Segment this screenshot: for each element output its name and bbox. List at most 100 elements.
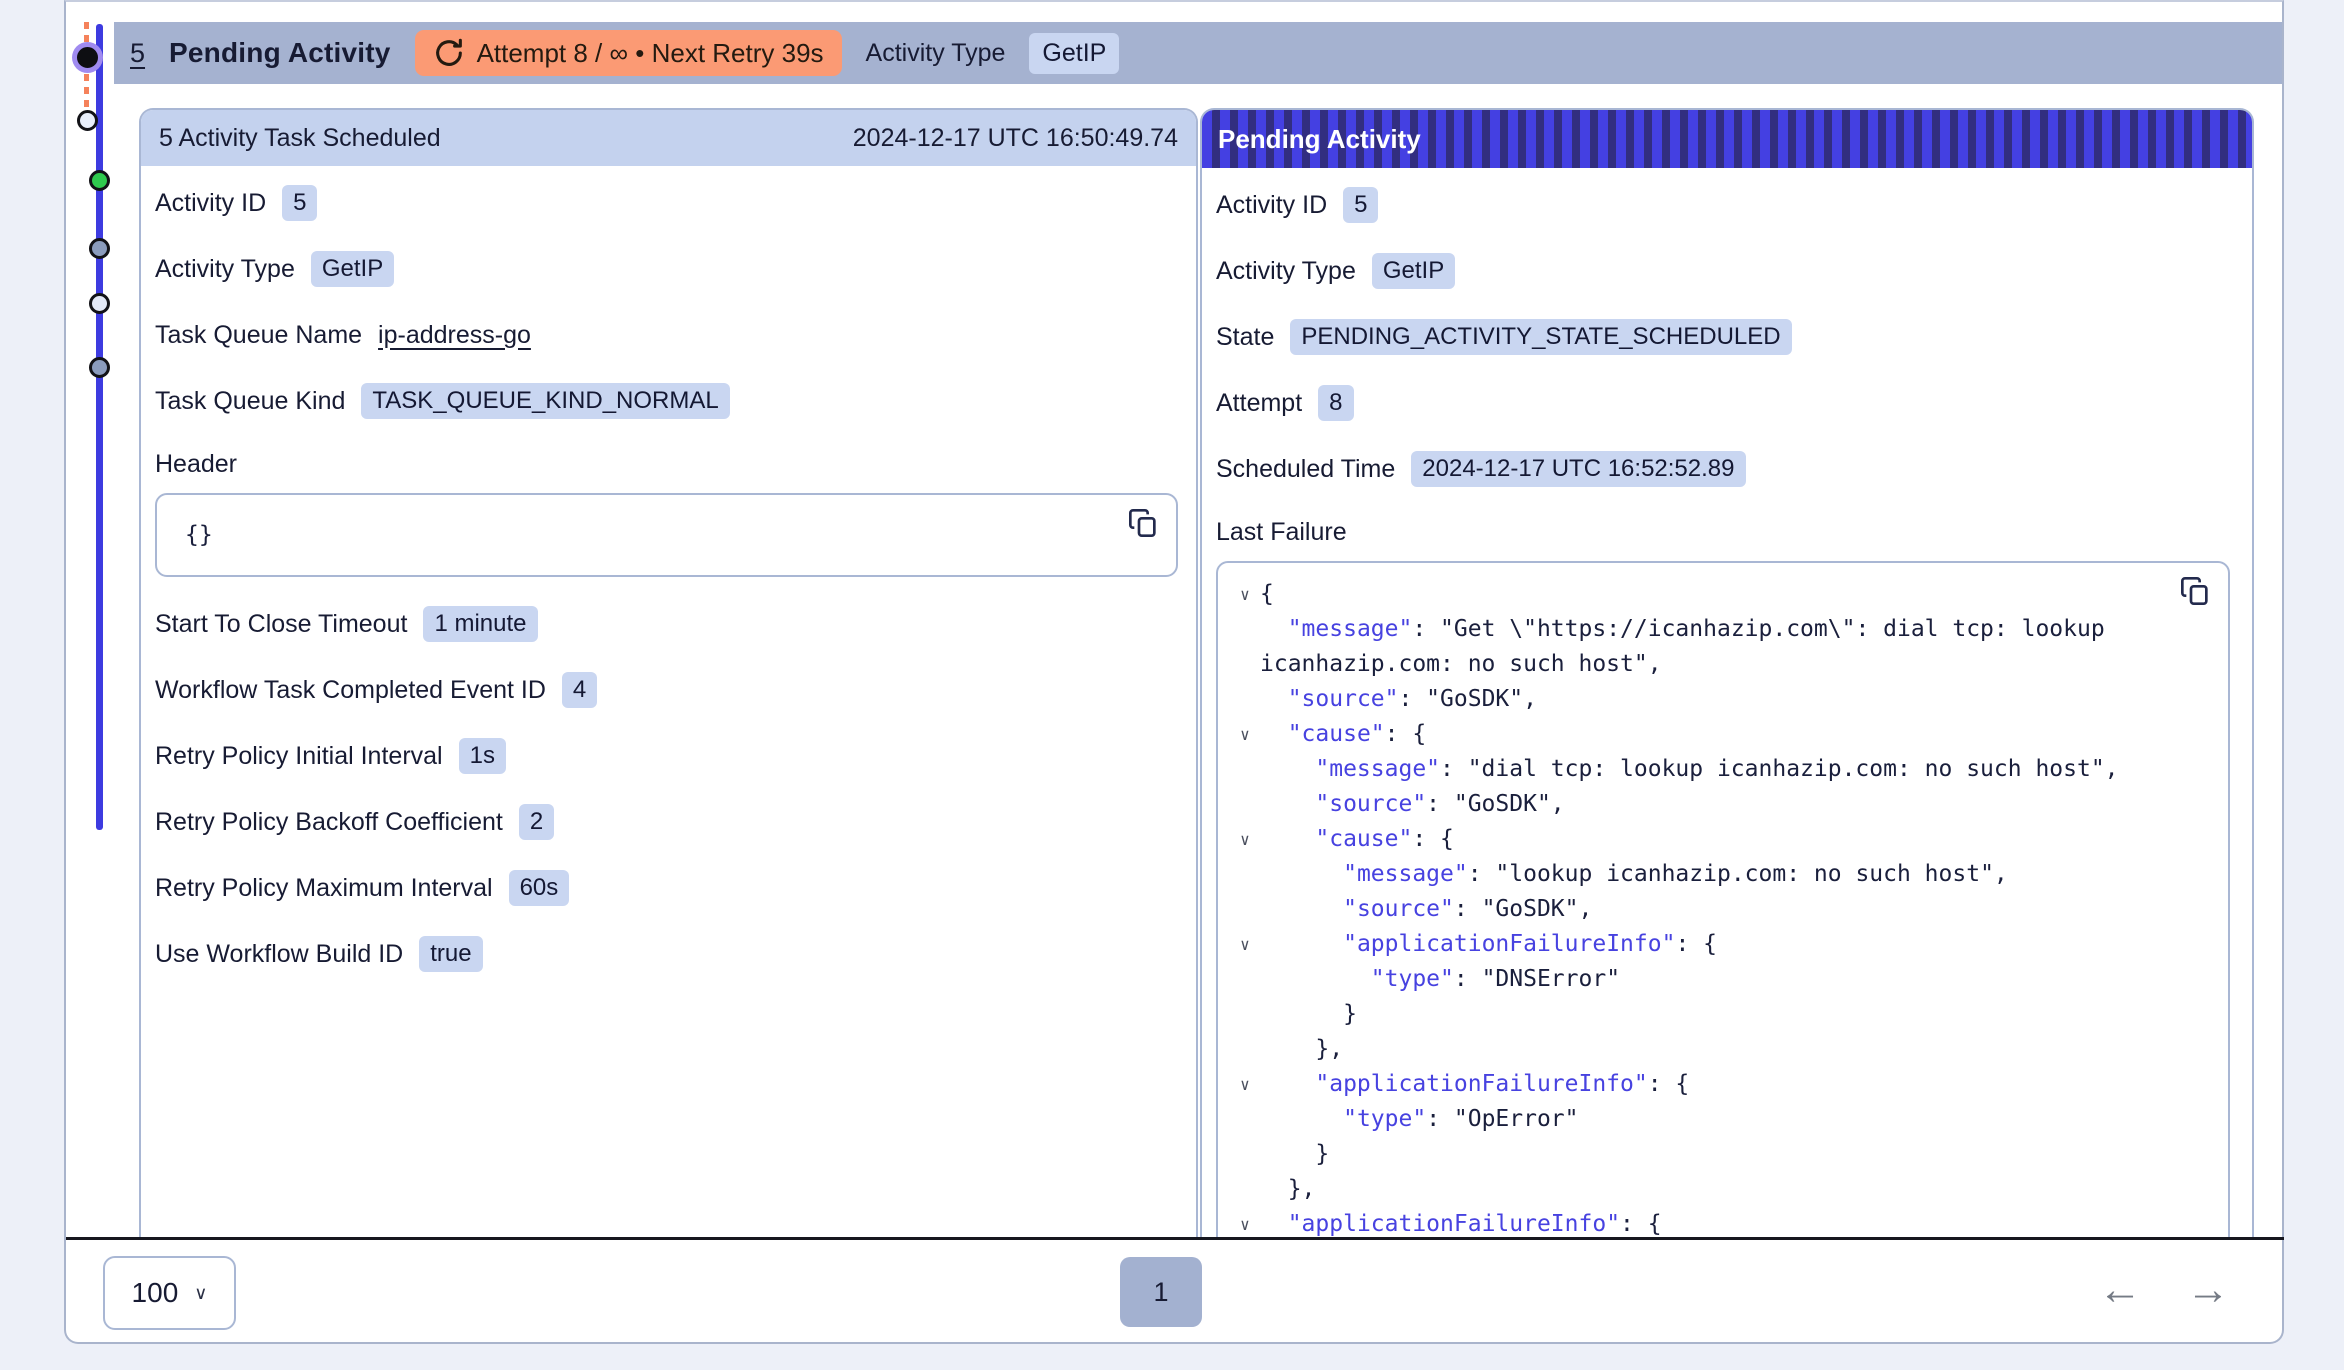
timeline-dot[interactable]	[89, 293, 110, 314]
code-text	[1260, 896, 1343, 922]
previous-page-arrow-icon[interactable]: ←	[2098, 1268, 2142, 1312]
detail-row: Attempt 8	[1216, 386, 2234, 420]
code-text: : "Get \"https://icanhazip.com\": dial t…	[1412, 616, 2104, 642]
detail-row: Retry Policy Initial Interval 1s	[155, 739, 1178, 773]
last-failure-code-box: ∨{ "message": "Get \"https://icanhazip.c…	[1216, 561, 2230, 1237]
event-summary-bar[interactable]: 5 Pending Activity Attempt 8 / ∞ • Next …	[114, 22, 2282, 84]
event-id-link[interactable]: 5	[130, 38, 145, 69]
timeline-dot-selected[interactable]	[77, 47, 98, 68]
row-label: State	[1216, 323, 1274, 352]
row-value-badge: 4	[562, 672, 597, 708]
row-label: Activity Type	[155, 255, 295, 284]
detail-row: Activity ID 5	[155, 186, 1178, 220]
code-text: : "lookup icanhazip.com: no such host",	[1468, 861, 2008, 887]
row-value-badge: 5	[282, 185, 317, 221]
header-section-label: Header	[155, 450, 1178, 479]
detail-row: Start To Close Timeout 1 minute	[155, 607, 1178, 641]
header-code-box: {}	[155, 493, 1178, 577]
code-text	[1260, 1071, 1315, 1097]
detail-row: Activity Type GetIP	[1216, 254, 2234, 288]
copy-button[interactable]	[1126, 507, 1160, 541]
code-text: {	[1260, 581, 1274, 607]
code-text: : {	[1620, 1211, 1662, 1237]
code-text	[1260, 756, 1315, 782]
row-label: Start To Close Timeout	[155, 610, 407, 639]
code-text: icanhazip.com: no such host",	[1260, 651, 1662, 677]
code-key: "cause"	[1315, 826, 1412, 852]
code-text: }	[1260, 1001, 1357, 1027]
row-value-badge: true	[419, 936, 482, 972]
code-text: : "GoSDK",	[1426, 791, 1564, 817]
code-key: "type"	[1371, 966, 1454, 992]
code-line: "message": "dial tcp: lookup icanhazip.c…	[1230, 752, 2220, 787]
copy-icon	[2179, 575, 2211, 607]
row-value-badge: GetIP	[311, 251, 394, 287]
code-line: ∨ "applicationFailureInfo": {	[1230, 1207, 2220, 1237]
scheduled-time-badge: 2024-12-17 UTC 16:52:52.89	[1411, 451, 1745, 487]
collapse-chevron-icon[interactable]: ∨	[1230, 1067, 1260, 1102]
detail-row: Activity ID 5	[1216, 188, 2234, 222]
detail-row: Task Queue Name ip-address-go	[155, 318, 1178, 352]
code-text: : {	[1412, 826, 1454, 852]
code-line: "source": "GoSDK",	[1230, 682, 2220, 717]
code-text: : "dial tcp: lookup icanhazip.com: no su…	[1440, 756, 2119, 782]
code-line: ∨ "applicationFailureInfo": {	[1230, 927, 2220, 962]
detail-row: Retry Policy Maximum Interval 60s	[155, 871, 1178, 905]
timeline-dot[interactable]	[89, 357, 110, 378]
code-key: "applicationFailureInfo"	[1315, 1071, 1647, 1097]
row-value-badge: 2	[519, 804, 554, 840]
detail-row: Workflow Task Completed Event ID 4	[155, 673, 1178, 707]
collapse-chevron-icon[interactable]: ∨	[1230, 822, 1260, 857]
code-text	[1260, 1211, 1288, 1237]
code-line: }	[1230, 997, 2220, 1032]
collapse-chevron-icon[interactable]: ∨	[1230, 717, 1260, 752]
next-page-arrow-icon[interactable]: →	[2186, 1268, 2230, 1312]
pending-activity-panel: Pending Activity Activity ID 5 Activity …	[1200, 108, 2254, 1237]
timeline-dot[interactable]	[77, 110, 98, 131]
code-key: "cause"	[1288, 721, 1385, 747]
code-text	[1260, 1106, 1343, 1132]
task-queue-link[interactable]: ip-address-go	[378, 321, 531, 350]
pending-activity-title: Pending Activity	[1218, 124, 1421, 155]
code-key: "applicationFailureInfo"	[1343, 931, 1675, 957]
code-line: "message": "Get \"https://icanhazip.com\…	[1230, 612, 2220, 647]
collapse-chevron-icon[interactable]: ∨	[1230, 577, 1260, 612]
row-value-badge: 1s	[459, 738, 506, 774]
code-key: "message"	[1343, 861, 1468, 887]
timeline-dot[interactable]	[89, 238, 110, 259]
row-label: Activity ID	[155, 189, 266, 218]
detail-row: Activity Type GetIP	[155, 252, 1178, 286]
code-text	[1260, 931, 1343, 957]
code-text: : "OpError"	[1426, 1106, 1578, 1132]
code-line: "type": "OpError"	[1230, 1102, 2220, 1137]
page-number-button[interactable]: 1	[1120, 1257, 1202, 1327]
collapse-chevron-icon[interactable]: ∨	[1230, 927, 1260, 962]
copy-button[interactable]	[2178, 575, 2212, 609]
code-text: }	[1260, 1141, 1329, 1167]
code-key: "source"	[1343, 896, 1454, 922]
retry-badge-text: Attempt 8 / ∞ • Next Retry 39s	[477, 38, 824, 69]
page-size-select[interactable]: 100 ∨	[103, 1256, 236, 1330]
header-code-content: {}	[185, 522, 213, 548]
row-value-badge: 5	[1343, 187, 1378, 223]
row-label: Attempt	[1216, 389, 1302, 418]
code-text: : "GoSDK",	[1398, 686, 1536, 712]
row-label: Scheduled Time	[1216, 455, 1395, 484]
row-label: Use Workflow Build ID	[155, 940, 403, 969]
timeline-dot-green[interactable]	[89, 170, 110, 191]
copy-icon	[1127, 507, 1159, 539]
code-line: ∨ "cause": {	[1230, 717, 2220, 752]
collapse-chevron-icon[interactable]: ∨	[1230, 1207, 1260, 1237]
state-badge: PENDING_ACTIVITY_STATE_SCHEDULED	[1290, 319, 1791, 355]
activity-type-badge: GetIP	[1029, 33, 1119, 74]
row-label: Activity ID	[1216, 191, 1327, 220]
row-value-badge: 60s	[509, 870, 570, 906]
code-key: "source"	[1315, 791, 1426, 817]
attempt-badge: 8	[1318, 385, 1353, 421]
code-text	[1260, 791, 1315, 817]
code-line: ∨{	[1230, 577, 2220, 612]
detail-row: Retry Policy Backoff Coefficient 2	[155, 805, 1178, 839]
code-text: : {	[1648, 1071, 1690, 1097]
code-line: },	[1230, 1172, 2220, 1207]
code-line: },	[1230, 1032, 2220, 1067]
